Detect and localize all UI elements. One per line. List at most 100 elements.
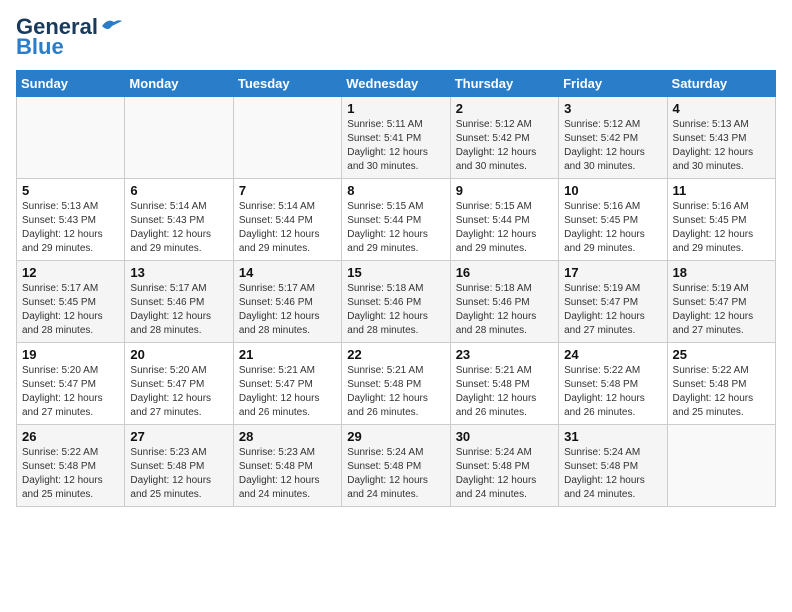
day-info: Sunrise: 5:16 AM Sunset: 5:45 PM Dayligh… (673, 200, 770, 256)
day-info: Sunrise: 5:16 AM Sunset: 5:45 PM Dayligh… (564, 200, 661, 256)
calendar-cell (233, 97, 341, 179)
calendar-cell (125, 97, 233, 179)
day-number: 28 (239, 429, 336, 444)
calendar-cell: 31 Sunrise: 5:24 AM Sunset: 5:48 PM Dayli… (559, 425, 667, 507)
calendar-body: 1 Sunrise: 5:11 AM Sunset: 5:41 PM Daylig… (17, 97, 776, 507)
day-info: Sunrise: 5:18 AM Sunset: 5:46 PM Dayligh… (347, 282, 444, 338)
day-header-thursday: Thursday (450, 71, 558, 97)
calendar-cell: 24 Sunrise: 5:22 AM Sunset: 5:48 PM Dayli… (559, 343, 667, 425)
calendar-cell: 7 Sunrise: 5:14 AM Sunset: 5:44 PM Daylig… (233, 179, 341, 261)
calendar-week-1: 1 Sunrise: 5:11 AM Sunset: 5:41 PM Daylig… (17, 97, 776, 179)
day-info: Sunrise: 5:22 AM Sunset: 5:48 PM Dayligh… (22, 446, 119, 502)
calendar-cell: 12 Sunrise: 5:17 AM Sunset: 5:45 PM Dayli… (17, 261, 125, 343)
day-number: 6 (130, 183, 227, 198)
day-info: Sunrise: 5:11 AM Sunset: 5:41 PM Dayligh… (347, 118, 444, 174)
calendar-cell: 21 Sunrise: 5:21 AM Sunset: 5:47 PM Dayli… (233, 343, 341, 425)
day-number: 16 (456, 265, 553, 280)
calendar-cell: 17 Sunrise: 5:19 AM Sunset: 5:47 PM Dayli… (559, 261, 667, 343)
day-header-monday: Monday (125, 71, 233, 97)
calendar-table: SundayMondayTuesdayWednesdayThursdayFrid… (16, 70, 776, 507)
day-info: Sunrise: 5:21 AM Sunset: 5:48 PM Dayligh… (456, 364, 553, 420)
day-info: Sunrise: 5:18 AM Sunset: 5:46 PM Dayligh… (456, 282, 553, 338)
calendar-cell: 25Sunrise: 5:22 AM Sunset: 5:48 PM Dayli… (667, 343, 775, 425)
day-number: 13 (130, 265, 227, 280)
day-info: Sunrise: 5:19 AM Sunset: 5:47 PM Dayligh… (673, 282, 770, 338)
logo: General Blue (16, 16, 122, 58)
day-info: Sunrise: 5:15 AM Sunset: 5:44 PM Dayligh… (347, 200, 444, 256)
day-info: Sunrise: 5:24 AM Sunset: 5:48 PM Dayligh… (347, 446, 444, 502)
calendar-week-2: 5 Sunrise: 5:13 AM Sunset: 5:43 PM Daylig… (17, 179, 776, 261)
day-number: 5 (22, 183, 119, 198)
calendar-cell: 22 Sunrise: 5:21 AM Sunset: 5:48 PM Dayli… (342, 343, 450, 425)
calendar-cell: 27 Sunrise: 5:23 AM Sunset: 5:48 PM Dayli… (125, 425, 233, 507)
calendar-cell: 6 Sunrise: 5:14 AM Sunset: 5:43 PM Daylig… (125, 179, 233, 261)
calendar-cell: 10Sunrise: 5:16 AM Sunset: 5:45 PM Dayli… (559, 179, 667, 261)
day-number: 14 (239, 265, 336, 280)
day-number: 20 (130, 347, 227, 362)
calendar-cell: 16 Sunrise: 5:18 AM Sunset: 5:46 PM Dayli… (450, 261, 558, 343)
day-header-saturday: Saturday (667, 71, 775, 97)
day-number: 30 (456, 429, 553, 444)
day-info: Sunrise: 5:12 AM Sunset: 5:42 PM Dayligh… (564, 118, 661, 174)
day-number: 2 (456, 101, 553, 116)
day-number: 26 (22, 429, 119, 444)
day-info: Sunrise: 5:12 AM Sunset: 5:42 PM Dayligh… (456, 118, 553, 174)
day-number: 17 (564, 265, 661, 280)
calendar-week-3: 12 Sunrise: 5:17 AM Sunset: 5:45 PM Dayli… (17, 261, 776, 343)
day-info: Sunrise: 5:15 AM Sunset: 5:44 PM Dayligh… (456, 200, 553, 256)
calendar-cell: 11Sunrise: 5:16 AM Sunset: 5:45 PM Dayli… (667, 179, 775, 261)
page-header: General Blue (16, 16, 776, 58)
day-info: Sunrise: 5:22 AM Sunset: 5:48 PM Dayligh… (564, 364, 661, 420)
day-number: 1 (347, 101, 444, 116)
day-info: Sunrise: 5:17 AM Sunset: 5:45 PM Dayligh… (22, 282, 119, 338)
calendar-cell: 14 Sunrise: 5:17 AM Sunset: 5:46 PM Dayli… (233, 261, 341, 343)
day-header-wednesday: Wednesday (342, 71, 450, 97)
day-info: Sunrise: 5:20 AM Sunset: 5:47 PM Dayligh… (22, 364, 119, 420)
day-number: 7 (239, 183, 336, 198)
logo-bird-icon (100, 18, 122, 34)
calendar-cell: 2 Sunrise: 5:12 AM Sunset: 5:42 PM Daylig… (450, 97, 558, 179)
day-number: 24 (564, 347, 661, 362)
day-info: Sunrise: 5:13 AM Sunset: 5:43 PM Dayligh… (673, 118, 770, 174)
day-number: 31 (564, 429, 661, 444)
day-info: Sunrise: 5:21 AM Sunset: 5:48 PM Dayligh… (347, 364, 444, 420)
day-number: 29 (347, 429, 444, 444)
day-info: Sunrise: 5:14 AM Sunset: 5:44 PM Dayligh… (239, 200, 336, 256)
calendar-cell: 23Sunrise: 5:21 AM Sunset: 5:48 PM Dayli… (450, 343, 558, 425)
day-number: 19 (22, 347, 119, 362)
day-info: Sunrise: 5:14 AM Sunset: 5:43 PM Dayligh… (130, 200, 227, 256)
calendar-cell: 28 Sunrise: 5:23 AM Sunset: 5:48 PM Dayli… (233, 425, 341, 507)
day-info: Sunrise: 5:13 AM Sunset: 5:43 PM Dayligh… (22, 200, 119, 256)
day-number: 22 (347, 347, 444, 362)
calendar-week-4: 19 Sunrise: 5:20 AM Sunset: 5:47 PM Dayli… (17, 343, 776, 425)
day-info: Sunrise: 5:23 AM Sunset: 5:48 PM Dayligh… (239, 446, 336, 502)
day-number: 15 (347, 265, 444, 280)
calendar-cell: 5 Sunrise: 5:13 AM Sunset: 5:43 PM Daylig… (17, 179, 125, 261)
calendar-cell: 20Sunrise: 5:20 AM Sunset: 5:47 PM Dayli… (125, 343, 233, 425)
calendar-cell (667, 425, 775, 507)
day-info: Sunrise: 5:17 AM Sunset: 5:46 PM Dayligh… (239, 282, 336, 338)
day-info: Sunrise: 5:21 AM Sunset: 5:47 PM Dayligh… (239, 364, 336, 420)
day-info: Sunrise: 5:22 AM Sunset: 5:48 PM Dayligh… (673, 364, 770, 420)
logo-blue: Blue (16, 36, 64, 58)
day-number: 4 (673, 101, 770, 116)
day-info: Sunrise: 5:24 AM Sunset: 5:48 PM Dayligh… (564, 446, 661, 502)
calendar-cell: 15 Sunrise: 5:18 AM Sunset: 5:46 PM Dayli… (342, 261, 450, 343)
day-info: Sunrise: 5:23 AM Sunset: 5:48 PM Dayligh… (130, 446, 227, 502)
calendar-cell: 8 Sunrise: 5:15 AM Sunset: 5:44 PM Daylig… (342, 179, 450, 261)
calendar-cell: 9Sunrise: 5:15 AM Sunset: 5:44 PM Daylig… (450, 179, 558, 261)
day-info: Sunrise: 5:24 AM Sunset: 5:48 PM Dayligh… (456, 446, 553, 502)
calendar-cell: 13 Sunrise: 5:17 AM Sunset: 5:46 PM Dayli… (125, 261, 233, 343)
calendar-header: SundayMondayTuesdayWednesdayThursdayFrid… (17, 71, 776, 97)
day-header-tuesday: Tuesday (233, 71, 341, 97)
day-number: 27 (130, 429, 227, 444)
calendar-cell: 26 Sunrise: 5:22 AM Sunset: 5:48 PM Dayli… (17, 425, 125, 507)
day-info: Sunrise: 5:19 AM Sunset: 5:47 PM Dayligh… (564, 282, 661, 338)
calendar-cell: 30 Sunrise: 5:24 AM Sunset: 5:48 PM Dayli… (450, 425, 558, 507)
calendar-cell: 3Sunrise: 5:12 AM Sunset: 5:42 PM Daylig… (559, 97, 667, 179)
day-number: 8 (347, 183, 444, 198)
day-number: 21 (239, 347, 336, 362)
day-info: Sunrise: 5:17 AM Sunset: 5:46 PM Dayligh… (130, 282, 227, 338)
day-number: 12 (22, 265, 119, 280)
day-header-sunday: Sunday (17, 71, 125, 97)
